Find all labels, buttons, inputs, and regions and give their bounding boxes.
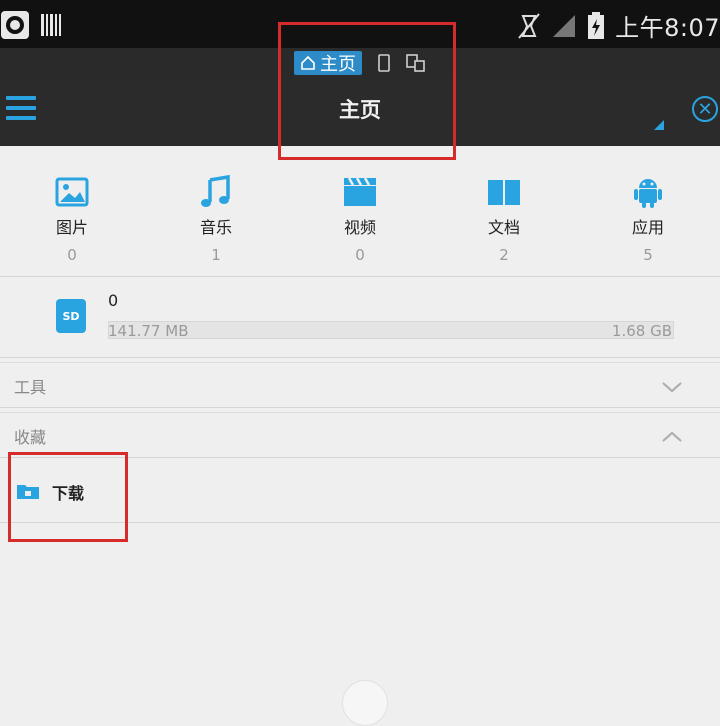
section-title: 收藏 <box>14 428 47 447</box>
category-music[interactable]: 音乐 1 <box>144 160 288 276</box>
battery-icon <box>588 11 605 39</box>
category-count: 0 <box>355 246 365 264</box>
category-images[interactable]: 图片 0 <box>0 160 144 276</box>
status-left-icons <box>0 10 62 40</box>
category-label: 图片 <box>55 218 88 237</box>
android-icon <box>634 179 662 208</box>
dropdown-indicator-icon[interactable] <box>654 120 664 130</box>
category-count: 2 <box>499 246 509 264</box>
storage-item[interactable]: SD 0 141.77 MB 1.68 GB <box>0 277 720 358</box>
section-title: 工具 <box>14 378 47 397</box>
annotation-box-download <box>8 452 128 542</box>
status-time: 上午8:07 <box>615 14 720 42</box>
category-count: 5 <box>643 246 653 264</box>
mute-icon <box>518 12 540 39</box>
category-apps[interactable]: 应用 5 <box>576 160 720 276</box>
category-documents[interactable]: 文档 2 <box>432 160 576 276</box>
storage-used: 141.77 MB <box>108 322 189 340</box>
category-video[interactable]: 视频 0 <box>288 160 432 276</box>
sd-card-label: SD <box>62 309 80 323</box>
section-tools[interactable]: 工具 <box>0 362 720 408</box>
book-icon <box>488 180 520 205</box>
category-count: 0 <box>67 246 77 264</box>
close-icon: ✕ <box>697 98 713 120</box>
signal-icon <box>553 14 576 37</box>
barcode-icon <box>41 14 61 36</box>
category-label: 视频 <box>343 218 376 237</box>
category-label: 音乐 <box>199 218 232 237</box>
home-button[interactable] <box>342 680 388 726</box>
chevron-down-icon <box>662 382 682 393</box>
sd-card-icon: SD <box>56 299 86 333</box>
storage-name: 0 <box>108 291 119 310</box>
storage-total: 1.68 GB <box>611 322 672 340</box>
music-note-icon <box>201 174 230 207</box>
status-right-icons: 上午8:07 <box>517 8 720 43</box>
close-button[interactable]: ✕ <box>692 96 718 122</box>
category-label: 文档 <box>487 218 520 237</box>
film-icon <box>344 177 376 206</box>
chevron-up-icon <box>662 431 682 442</box>
category-grid: 图片 0 音乐 1 视频 0 文档 2 应用 5 <box>0 160 720 277</box>
storage-usage-bar <box>108 321 674 339</box>
category-count: 1 <box>211 246 221 264</box>
annotation-box-title <box>278 22 456 160</box>
category-label: 应用 <box>631 218 664 237</box>
image-icon <box>55 177 89 207</box>
camera-icon <box>1 11 29 39</box>
